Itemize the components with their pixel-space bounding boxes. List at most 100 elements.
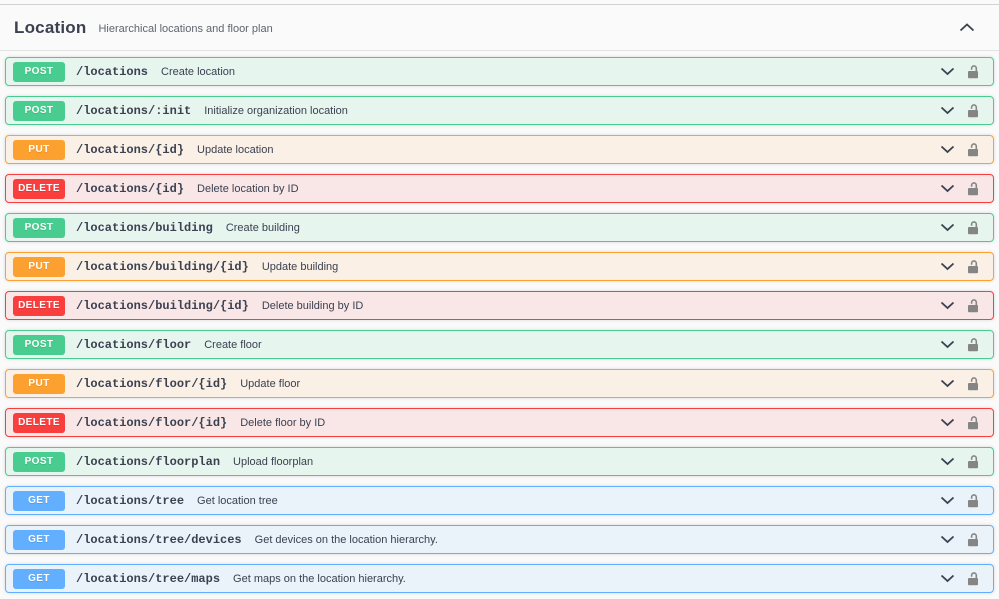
unlocked-padlock-icon — [967, 415, 979, 430]
endpoint-path: /locations/tree — [76, 494, 184, 508]
endpoint-path: /locations/floorplan — [76, 455, 220, 469]
endpoint-path: /locations/building — [76, 221, 213, 235]
endpoint-row-post-locations-building[interactable]: POST /locations/building Create building — [5, 213, 994, 242]
unlocked-padlock-icon — [967, 181, 979, 196]
auth-lock-button[interactable] — [965, 62, 981, 81]
endpoint-row-get-locations-tree-devices[interactable]: GET /locations/tree/devices Get devices … — [5, 525, 994, 554]
expand-button[interactable] — [938, 338, 957, 351]
section-description: Hierarchical locations and floor plan — [98, 20, 272, 35]
chevron-down-icon — [940, 184, 955, 193]
auth-lock-button[interactable] — [965, 257, 981, 276]
chevron-down-icon — [940, 223, 955, 232]
auth-lock-button[interactable] — [965, 296, 981, 315]
method-badge: GET — [13, 569, 65, 589]
auth-lock-button[interactable] — [965, 491, 981, 510]
auth-lock-button[interactable] — [965, 569, 981, 588]
expand-button[interactable] — [938, 104, 957, 117]
endpoint-row-put-locations-floor-id-[interactable]: PUT /locations/floor/{id} Update floor — [5, 369, 994, 398]
method-badge: POST — [13, 218, 65, 238]
endpoint-summary: Create building — [226, 222, 300, 234]
endpoint-path: /locations/floor/{id} — [76, 377, 227, 391]
unlocked-padlock-icon — [967, 571, 979, 586]
chevron-up-icon — [959, 23, 975, 32]
expand-button[interactable] — [938, 260, 957, 273]
expand-button[interactable] — [938, 416, 957, 429]
expand-button[interactable] — [938, 572, 957, 585]
expand-button[interactable] — [938, 182, 957, 195]
expand-button[interactable] — [938, 377, 957, 390]
endpoint-row-get-locations-tree[interactable]: GET /locations/tree Get location tree — [5, 486, 994, 515]
endpoint-row-post-locations-floorplan[interactable]: POST /locations/floorplan Upload floorpl… — [5, 447, 994, 476]
endpoint-row-get-locations-tree-maps[interactable]: GET /locations/tree/maps Get maps on the… — [5, 564, 994, 593]
method-badge: DELETE — [13, 296, 65, 316]
method-badge: DELETE — [13, 179, 65, 199]
auth-lock-button[interactable] — [965, 140, 981, 159]
expand-button[interactable] — [938, 299, 957, 312]
chevron-down-icon — [940, 67, 955, 76]
auth-lock-button[interactable] — [965, 101, 981, 120]
endpoint-path: /locations/{id} — [76, 182, 184, 196]
expand-button[interactable] — [938, 494, 957, 507]
unlocked-padlock-icon — [967, 337, 979, 352]
endpoint-row-put-locations-id-[interactable]: PUT /locations/{id} Update location — [5, 135, 994, 164]
endpoint-summary: Get devices on the location hierarchy. — [255, 534, 438, 546]
endpoint-list: POST /locations Create location POST /lo… — [0, 51, 999, 593]
method-badge: GET — [13, 491, 65, 511]
endpoint-summary: Update location — [197, 144, 273, 156]
endpoint-path: /locations/tree/maps — [76, 572, 220, 586]
chevron-down-icon — [940, 106, 955, 115]
section-title: Location — [14, 18, 86, 38]
method-badge: PUT — [13, 257, 65, 277]
method-badge: PUT — [13, 374, 65, 394]
endpoint-summary: Delete location by ID — [197, 183, 299, 195]
endpoint-row-post-locations[interactable]: POST /locations Create location — [5, 57, 994, 86]
unlocked-padlock-icon — [967, 532, 979, 547]
unlocked-padlock-icon — [967, 454, 979, 469]
expand-button[interactable] — [938, 533, 957, 546]
endpoint-row-delete-locations-building-id-[interactable]: DELETE /locations/building/{id} Delete b… — [5, 291, 994, 320]
endpoint-summary: Get location tree — [197, 495, 278, 507]
unlocked-padlock-icon — [967, 493, 979, 508]
auth-lock-button[interactable] — [965, 413, 981, 432]
auth-lock-button[interactable] — [965, 335, 981, 354]
expand-button[interactable] — [938, 221, 957, 234]
endpoint-row-put-locations-building-id-[interactable]: PUT /locations/building/{id} Update buil… — [5, 252, 994, 281]
auth-lock-button[interactable] — [965, 374, 981, 393]
auth-lock-button[interactable] — [965, 179, 981, 198]
expand-button[interactable] — [938, 65, 957, 78]
endpoint-row-delete-locations-id-[interactable]: DELETE /locations/{id} Delete location b… — [5, 174, 994, 203]
endpoint-row-post-locations-init[interactable]: POST /locations/:init Initialize organiz… — [5, 96, 994, 125]
auth-lock-button[interactable] — [965, 452, 981, 471]
expand-button[interactable] — [938, 143, 957, 156]
endpoint-summary: Update building — [262, 261, 338, 273]
expand-button[interactable] — [938, 455, 957, 468]
chevron-down-icon — [940, 379, 955, 388]
auth-lock-button[interactable] — [965, 218, 981, 237]
chevron-down-icon — [940, 457, 955, 466]
method-badge: PUT — [13, 140, 65, 160]
chevron-down-icon — [940, 418, 955, 427]
endpoint-row-post-locations-floor[interactable]: POST /locations/floor Create floor — [5, 330, 994, 359]
unlocked-padlock-icon — [967, 103, 979, 118]
endpoint-path: /locations/tree/devices — [76, 533, 242, 547]
endpoint-summary: Create floor — [204, 339, 261, 351]
section-header[interactable]: Location Hierarchical locations and floo… — [0, 5, 999, 50]
api-docs-page: Location Hierarchical locations and floo… — [0, 4, 999, 599]
endpoint-row-delete-locations-floor-id-[interactable]: DELETE /locations/floor/{id} Delete floo… — [5, 408, 994, 437]
unlocked-padlock-icon — [967, 142, 979, 157]
auth-lock-button[interactable] — [965, 530, 981, 549]
chevron-down-icon — [940, 574, 955, 583]
unlocked-padlock-icon — [967, 376, 979, 391]
endpoint-path: /locations/building/{id} — [76, 299, 249, 313]
unlocked-padlock-icon — [967, 220, 979, 235]
endpoint-summary: Create location — [161, 66, 235, 78]
unlocked-padlock-icon — [967, 259, 979, 274]
method-badge: POST — [13, 62, 65, 82]
endpoint-path: /locations — [76, 65, 148, 79]
endpoint-summary: Initialize organization location — [204, 105, 348, 117]
chevron-down-icon — [940, 145, 955, 154]
section-collapse-button[interactable] — [957, 21, 977, 34]
method-badge: POST — [13, 101, 65, 121]
endpoint-summary: Update floor — [240, 378, 300, 390]
chevron-down-icon — [940, 262, 955, 271]
